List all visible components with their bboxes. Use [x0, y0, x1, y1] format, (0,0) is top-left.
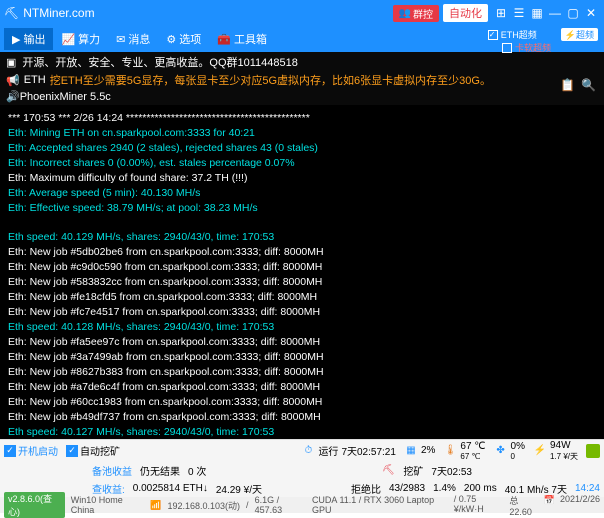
- maximize-icon[interactable]: ▢: [566, 6, 580, 20]
- titlebar: ⛏ NTMiner.com 👥群控 自动化 ⊞ ☰ ▦ — ▢ ✕: [0, 0, 604, 26]
- grid-icon[interactable]: ⊞: [494, 6, 508, 20]
- terminal-actions: 📋 🔍: [560, 78, 596, 92]
- qq-group-button[interactable]: 👥群控: [393, 5, 439, 22]
- status-bar: v2.8.6.0(查心) Win10 Home China 📶 192.168.…: [0, 497, 604, 513]
- logo-icon: ⛏: [4, 6, 19, 20]
- layout-icon[interactable]: ☰: [512, 6, 526, 20]
- speaker-icon-2: 🔊: [6, 91, 20, 103]
- terminal-output[interactable]: *** 170:53 *** 2/26 14:24 **************…: [0, 105, 604, 439]
- startup-checkbox[interactable]: ✓开机启动: [4, 443, 58, 458]
- info-bar-2: 📢 ETH 挖ETH至少需要5G显存，每张显卡至少对应5G虚拟内存，比如6张显卡…: [0, 72, 604, 90]
- nvidia-icon: [586, 444, 600, 458]
- output-icon: ▶: [12, 33, 20, 46]
- pickaxe-icon: ⛏: [381, 463, 395, 477]
- temp-icon: 🌡: [443, 444, 457, 458]
- automine-checkbox[interactable]: ✓自动挖矿: [66, 443, 120, 458]
- close-icon[interactable]: ✕: [584, 6, 598, 20]
- cpu-icon: ▦: [404, 444, 418, 458]
- clock-icon: ⏱: [301, 444, 315, 458]
- power-icon: ⚡: [533, 444, 547, 458]
- tab-message[interactable]: ✉消息: [108, 28, 158, 50]
- info-bar-3: 🔊PhoenixMiner 5.5c: [0, 90, 604, 105]
- version-tag[interactable]: v2.8.6.0(查心): [4, 492, 65, 518]
- toolbar: ▶输出 📈算力 ✉消息 ⚙选项 🧰工具箱 ETH超频⚡超频 卡软超频: [0, 26, 604, 52]
- tab-options[interactable]: ⚙选项: [158, 28, 209, 50]
- minimize-icon[interactable]: —: [548, 6, 562, 20]
- search-icon[interactable]: 🔍: [581, 78, 596, 92]
- fan-icon: ✤: [494, 444, 508, 458]
- info-bar-1: ▣ 开源、开放、安全、专业、更高收益。QQ群1011448518: [0, 52, 604, 72]
- footer-row-1: ✓开机启动 ✓自动挖矿 ⏱运行 7天02:57:21 ▦2% 🌡67 ℃67 ℃…: [0, 439, 604, 461]
- calendar-icon: 📅: [543, 494, 556, 508]
- chart-icon: 📈: [61, 33, 75, 46]
- gear-icon: ⚙: [166, 33, 176, 46]
- card-oc-checkbox[interactable]: [502, 43, 512, 53]
- message-icon: ✉: [116, 33, 125, 46]
- toolbox-icon: 🧰: [217, 33, 231, 46]
- wifi-icon: 📶: [150, 500, 161, 511]
- info-icon: ▣: [6, 56, 16, 69]
- tab-toolbox[interactable]: 🧰工具箱: [209, 28, 275, 50]
- tab-hashrate[interactable]: 📈算力: [53, 28, 108, 50]
- speaker-icon: 📢: [6, 74, 20, 87]
- overclock-button[interactable]: ⚡超频: [561, 28, 598, 41]
- view-icon[interactable]: ▦: [530, 6, 544, 20]
- tab-output[interactable]: ▶输出: [4, 28, 53, 50]
- footer-row-2: 备池收益 仍无结果 0 次 ⛏ 挖矿 7天02:53: [0, 461, 604, 479]
- copy-icon[interactable]: 📋: [560, 78, 575, 92]
- overclock-tags: ETH超频⚡超频 卡软超频: [488, 28, 598, 54]
- people-icon: 👥: [399, 8, 411, 19]
- app-title: ⛏ NTMiner.com: [4, 6, 95, 20]
- eth-oc-checkbox[interactable]: [488, 30, 498, 40]
- automation-button[interactable]: 自动化: [443, 4, 488, 22]
